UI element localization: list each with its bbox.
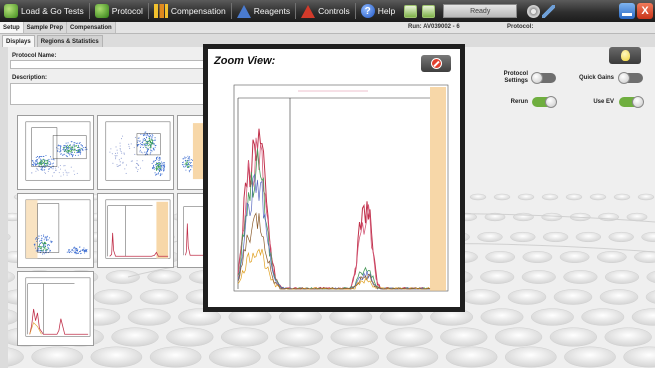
tab-compensation[interactable]: Compensation: [67, 22, 116, 33]
tab-regions-statistics[interactable]: Regions & Statistics: [36, 35, 103, 47]
minimize-icon[interactable]: [619, 3, 635, 19]
toolbar-divider: [88, 3, 90, 19]
tab-setup[interactable]: Setup: [0, 22, 24, 33]
quick-gains-label: Quick Gains: [578, 75, 614, 81]
protocol-settings-label: Protocol Settings: [503, 71, 528, 84]
sub-tab-bar: Displays Regions & Statistics: [0, 35, 205, 47]
compensation-icon: [153, 4, 168, 18]
controls-label: Controls: [318, 6, 350, 16]
main-toolbar: Load & Go Tests Protocol Compensation Re…: [0, 0, 655, 22]
lightbulb-icon: [620, 50, 630, 61]
load-go-tests-button[interactable]: Load & Go Tests: [0, 0, 88, 22]
histogram-3: [25, 277, 91, 337]
controls-button[interactable]: Controls: [297, 0, 354, 22]
rerun-label: Rerun: [510, 99, 528, 105]
load-go-label: Load & Go Tests: [21, 6, 84, 16]
protocol-icon: [94, 4, 109, 18]
histogram-thumbnail[interactable]: [17, 271, 94, 346]
zoom-view-title: Zoom View:: [214, 55, 276, 67]
settings-gear-icon[interactable]: [527, 4, 541, 18]
zoom-view-dialog: Zoom View:: [203, 44, 465, 312]
status-indicator: Ready: [443, 4, 518, 18]
protocol-label: Protocol: [111, 6, 143, 16]
dot-plot-4: [25, 199, 91, 259]
toggle-knob: [632, 96, 644, 108]
controls-icon: [301, 4, 316, 18]
reagents-icon: [236, 4, 251, 18]
protocol-button[interactable]: Protocol: [91, 0, 147, 22]
zoom-view-panel: Zoom View:: [208, 49, 460, 307]
dot-plot-thumbnail[interactable]: [97, 115, 174, 190]
protocol-settings-toggle[interactable]: [531, 72, 556, 84]
compensation-label: Compensation: [170, 6, 226, 16]
worklist-icon[interactable]: [404, 4, 418, 18]
lightbulb-button[interactable]: [609, 47, 641, 64]
toggle-knob: [531, 72, 543, 84]
tab-sample-prep[interactable]: Sample Prep: [23, 22, 68, 33]
compensation-button[interactable]: Compensation: [150, 0, 230, 22]
help-icon: ?: [360, 4, 375, 18]
histogram-1: [105, 199, 171, 259]
reagents-button[interactable]: Reagents: [233, 0, 294, 22]
histogram-thumbnail[interactable]: [97, 193, 174, 268]
histogram-2: [183, 206, 205, 256]
toggle-knob: [618, 72, 630, 84]
toolbar-divider: [354, 3, 356, 19]
close-circle-icon: [430, 58, 442, 69]
zoom-histogram-chart: [233, 84, 449, 292]
zoom-close-button[interactable]: [421, 55, 451, 72]
dot-plot-1: [25, 121, 91, 181]
protocol-name-field[interactable]: [10, 60, 206, 69]
use-ev-label: Use EV: [593, 99, 614, 105]
dot-plot-3: [181, 123, 205, 180]
rerun-toggle[interactable]: [532, 96, 557, 108]
dot-plot-2: [105, 121, 171, 181]
protocol-id-label: Protocol:: [507, 24, 534, 30]
zoom-histogram: [218, 77, 456, 305]
dot-plot-thumbnail[interactable]: [17, 115, 94, 190]
close-icon[interactable]: X: [637, 3, 653, 19]
load-go-icon: [4, 4, 18, 18]
run-id: Run: AV039002 - 6: [408, 24, 460, 30]
toolbar-divider: [147, 3, 149, 19]
description-field[interactable]: [10, 83, 206, 105]
quick-gains-toggle[interactable]: [618, 72, 643, 84]
help-label: Help: [377, 6, 396, 16]
toggle-knob: [545, 96, 557, 108]
help-button[interactable]: ? Help: [357, 0, 399, 22]
description-label: Description:: [12, 75, 48, 81]
tab-displays[interactable]: Displays: [2, 35, 35, 47]
tools-icon[interactable]: [542, 4, 556, 18]
use-ev-toggle[interactable]: [619, 96, 644, 108]
reagents-label: Reagents: [253, 6, 291, 16]
protocol-name-label: Protocol Name:: [12, 53, 57, 59]
main-tab-bar: Setup Sample Prep Compensation: [0, 22, 655, 34]
export-icon[interactable]: [422, 4, 436, 18]
toolbar-divider: [230, 3, 232, 19]
dot-plot-thumbnail[interactable]: [17, 193, 94, 268]
toolbar-divider: [295, 3, 297, 19]
